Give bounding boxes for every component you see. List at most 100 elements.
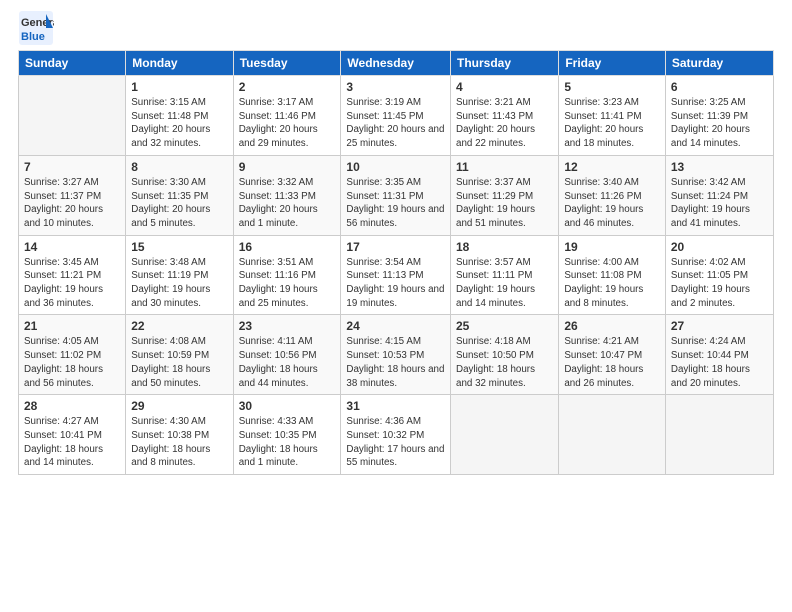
day-info: Sunrise: 4:21 AM Sunset: 10:47 PM Daylig…	[564, 335, 660, 390]
day-number: 8	[131, 160, 227, 174]
day-number: 22	[131, 319, 227, 333]
day-info: Sunrise: 3:30 AM Sunset: 11:35 PM Daylig…	[131, 176, 227, 231]
day-number: 12	[564, 160, 660, 174]
day-number: 20	[671, 240, 768, 254]
day-info: Sunrise: 3:25 AM Sunset: 11:39 PM Daylig…	[671, 96, 768, 151]
svg-text:Blue: Blue	[21, 31, 45, 43]
daylight-text: Daylight: 18 hours and 20 minutes.	[671, 363, 768, 390]
daylight-text: Daylight: 20 hours and 10 minutes.	[24, 203, 120, 230]
day-cell: 27 Sunrise: 4:24 AM Sunset: 10:44 PM Day…	[665, 315, 773, 395]
day-cell: 30 Sunrise: 4:33 AM Sunset: 10:35 PM Day…	[233, 395, 341, 475]
day-info: Sunrise: 3:54 AM Sunset: 11:13 PM Daylig…	[346, 256, 445, 311]
day-cell: 24 Sunrise: 4:15 AM Sunset: 10:53 PM Day…	[341, 315, 451, 395]
week-row-2: 7 Sunrise: 3:27 AM Sunset: 11:37 PM Dayl…	[19, 155, 774, 235]
sunrise-text: Sunrise: 4:00 AM	[564, 256, 660, 270]
day-info: Sunrise: 4:15 AM Sunset: 10:53 PM Daylig…	[346, 335, 445, 390]
day-cell	[451, 395, 559, 475]
sunset-text: Sunset: 10:50 PM	[456, 349, 553, 363]
day-number: 31	[346, 399, 445, 413]
sunset-text: Sunset: 10:38 PM	[131, 429, 227, 443]
day-cell: 8 Sunrise: 3:30 AM Sunset: 11:35 PM Dayl…	[126, 155, 233, 235]
day-number: 16	[239, 240, 336, 254]
day-cell: 1 Sunrise: 3:15 AM Sunset: 11:48 PM Dayl…	[126, 76, 233, 156]
sunrise-text: Sunrise: 3:42 AM	[671, 176, 768, 190]
day-info: Sunrise: 4:11 AM Sunset: 10:56 PM Daylig…	[239, 335, 336, 390]
sunrise-text: Sunrise: 3:17 AM	[239, 96, 336, 110]
weekday-wednesday: Wednesday	[341, 51, 451, 76]
day-number: 13	[671, 160, 768, 174]
day-info: Sunrise: 3:27 AM Sunset: 11:37 PM Daylig…	[24, 176, 120, 231]
day-cell: 28 Sunrise: 4:27 AM Sunset: 10:41 PM Day…	[19, 395, 126, 475]
day-info: Sunrise: 3:17 AM Sunset: 11:46 PM Daylig…	[239, 96, 336, 151]
day-number: 1	[131, 80, 227, 94]
sunset-text: Sunset: 11:08 PM	[564, 269, 660, 283]
sunset-text: Sunset: 11:37 PM	[24, 190, 120, 204]
day-cell: 9 Sunrise: 3:32 AM Sunset: 11:33 PM Dayl…	[233, 155, 341, 235]
week-row-4: 21 Sunrise: 4:05 AM Sunset: 11:02 PM Day…	[19, 315, 774, 395]
daylight-text: Daylight: 19 hours and 36 minutes.	[24, 283, 120, 310]
sunset-text: Sunset: 11:43 PM	[456, 110, 553, 124]
daylight-text: Daylight: 19 hours and 46 minutes.	[564, 203, 660, 230]
day-info: Sunrise: 3:57 AM Sunset: 11:11 PM Daylig…	[456, 256, 553, 311]
day-cell: 6 Sunrise: 3:25 AM Sunset: 11:39 PM Dayl…	[665, 76, 773, 156]
day-number: 5	[564, 80, 660, 94]
day-info: Sunrise: 3:51 AM Sunset: 11:16 PM Daylig…	[239, 256, 336, 311]
sunrise-text: Sunrise: 4:30 AM	[131, 415, 227, 429]
daylight-text: Daylight: 18 hours and 50 minutes.	[131, 363, 227, 390]
day-cell: 26 Sunrise: 4:21 AM Sunset: 10:47 PM Day…	[559, 315, 666, 395]
day-cell: 29 Sunrise: 4:30 AM Sunset: 10:38 PM Day…	[126, 395, 233, 475]
sunset-text: Sunset: 11:13 PM	[346, 269, 445, 283]
day-cell: 20 Sunrise: 4:02 AM Sunset: 11:05 PM Day…	[665, 235, 773, 315]
day-info: Sunrise: 4:08 AM Sunset: 10:59 PM Daylig…	[131, 335, 227, 390]
day-cell: 12 Sunrise: 3:40 AM Sunset: 11:26 PM Day…	[559, 155, 666, 235]
sunset-text: Sunset: 11:46 PM	[239, 110, 336, 124]
day-cell	[19, 76, 126, 156]
daylight-text: Daylight: 20 hours and 32 minutes.	[131, 123, 227, 150]
day-number: 15	[131, 240, 227, 254]
sunset-text: Sunset: 10:53 PM	[346, 349, 445, 363]
day-cell	[665, 395, 773, 475]
daylight-text: Daylight: 19 hours and 2 minutes.	[671, 283, 768, 310]
week-row-1: 1 Sunrise: 3:15 AM Sunset: 11:48 PM Dayl…	[19, 76, 774, 156]
sunset-text: Sunset: 11:35 PM	[131, 190, 227, 204]
day-number: 7	[24, 160, 120, 174]
daylight-text: Daylight: 19 hours and 30 minutes.	[131, 283, 227, 310]
daylight-text: Daylight: 18 hours and 56 minutes.	[24, 363, 120, 390]
daylight-text: Daylight: 20 hours and 29 minutes.	[239, 123, 336, 150]
sunrise-text: Sunrise: 4:05 AM	[24, 335, 120, 349]
day-info: Sunrise: 3:23 AM Sunset: 11:41 PM Daylig…	[564, 96, 660, 151]
day-info: Sunrise: 3:21 AM Sunset: 11:43 PM Daylig…	[456, 96, 553, 151]
day-info: Sunrise: 3:42 AM Sunset: 11:24 PM Daylig…	[671, 176, 768, 231]
day-cell: 14 Sunrise: 3:45 AM Sunset: 11:21 PM Day…	[19, 235, 126, 315]
week-row-3: 14 Sunrise: 3:45 AM Sunset: 11:21 PM Day…	[19, 235, 774, 315]
daylight-text: Daylight: 20 hours and 14 minutes.	[671, 123, 768, 150]
day-info: Sunrise: 4:30 AM Sunset: 10:38 PM Daylig…	[131, 415, 227, 470]
sunset-text: Sunset: 10:56 PM	[239, 349, 336, 363]
day-info: Sunrise: 4:27 AM Sunset: 10:41 PM Daylig…	[24, 415, 120, 470]
day-info: Sunrise: 3:37 AM Sunset: 11:29 PM Daylig…	[456, 176, 553, 231]
sunset-text: Sunset: 11:24 PM	[671, 190, 768, 204]
day-info: Sunrise: 4:33 AM Sunset: 10:35 PM Daylig…	[239, 415, 336, 470]
daylight-text: Daylight: 18 hours and 14 minutes.	[24, 443, 120, 470]
day-info: Sunrise: 4:36 AM Sunset: 10:32 PM Daylig…	[346, 415, 445, 470]
sunrise-text: Sunrise: 3:27 AM	[24, 176, 120, 190]
sunrise-text: Sunrise: 3:19 AM	[346, 96, 445, 110]
day-cell	[559, 395, 666, 475]
day-number: 9	[239, 160, 336, 174]
weekday-saturday: Saturday	[665, 51, 773, 76]
sunrise-text: Sunrise: 3:30 AM	[131, 176, 227, 190]
day-number: 30	[239, 399, 336, 413]
sunset-text: Sunset: 11:26 PM	[564, 190, 660, 204]
day-info: Sunrise: 3:40 AM Sunset: 11:26 PM Daylig…	[564, 176, 660, 231]
daylight-text: Daylight: 19 hours and 8 minutes.	[564, 283, 660, 310]
daylight-text: Daylight: 19 hours and 19 minutes.	[346, 283, 445, 310]
sunrise-text: Sunrise: 4:33 AM	[239, 415, 336, 429]
sunset-text: Sunset: 11:05 PM	[671, 269, 768, 283]
daylight-text: Daylight: 18 hours and 8 minutes.	[131, 443, 227, 470]
sunrise-text: Sunrise: 3:15 AM	[131, 96, 227, 110]
daylight-text: Daylight: 18 hours and 38 minutes.	[346, 363, 445, 390]
sunset-text: Sunset: 11:29 PM	[456, 190, 553, 204]
daylight-text: Daylight: 18 hours and 32 minutes.	[456, 363, 553, 390]
day-cell: 4 Sunrise: 3:21 AM Sunset: 11:43 PM Dayl…	[451, 76, 559, 156]
day-number: 6	[671, 80, 768, 94]
